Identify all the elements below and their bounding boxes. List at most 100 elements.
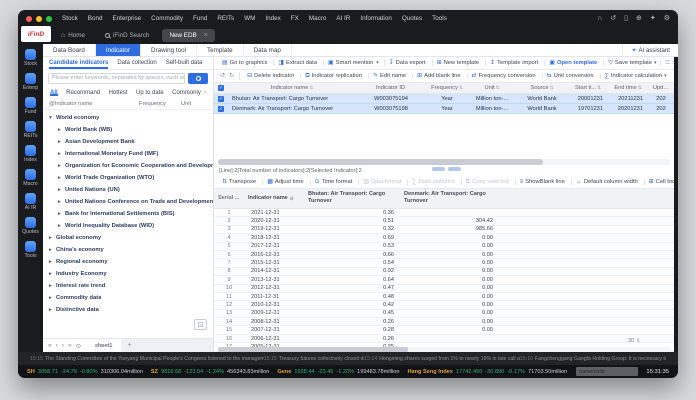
- window-minimize-button[interactable]: [36, 15, 42, 22]
- module-tab[interactable]: Drawing tool: [141, 44, 198, 56]
- filter-tab[interactable]: All: [50, 90, 58, 96]
- toolbar-button[interactable]: ↔ Default column width: [572, 179, 645, 185]
- series-column-header[interactable]: Bhutan: Air Transport: Cargo Turnover: [304, 189, 400, 208]
- filter-tab[interactable]: Commonly: [172, 90, 201, 96]
- toolbar-button[interactable]: ⧉ Indicator replication: [301, 73, 369, 79]
- tree-item[interactable]: ▸ United Nations (UN): [43, 184, 213, 196]
- prev-page-icon[interactable]: ‹: [56, 342, 58, 349]
- sidebar-item[interactable]: Index: [24, 145, 37, 163]
- toolbar-button[interactable]: ≡ ShowBlank line: [516, 179, 572, 185]
- indicator-name-column-header[interactable]: Indicator name ⊙: [244, 189, 304, 208]
- sidebar-item[interactable]: Enterp: [23, 73, 38, 91]
- tree-item[interactable]: ▸ Global economy: [43, 232, 213, 244]
- toolbar-button[interactable]: ▣ Open template: [545, 60, 605, 66]
- next-page-icon[interactable]: ›: [62, 342, 64, 349]
- data-row[interactable]: 13 2009-12-31 0.45 0.00: [214, 310, 674, 319]
- horizontal-scrollbar[interactable]: [218, 159, 670, 165]
- sidebar-item[interactable]: Macro: [23, 169, 38, 187]
- data-row[interactable]: 16 2006-12-31 0.26: [214, 334, 674, 344]
- filter-tab[interactable]: Recommand: [66, 90, 100, 96]
- data-row[interactable]: 11 2011-12-31 0.48 0.00: [214, 293, 674, 302]
- news-item[interactable]: 15:14 Hongming shares surged from 1% to …: [364, 356, 520, 362]
- more-tabs-arrow-icon[interactable]: ›: [204, 89, 206, 96]
- add-sheet-button[interactable]: +: [121, 339, 137, 352]
- tree-expand-icon[interactable]: ▸: [49, 271, 56, 277]
- sidebar-item[interactable]: REITs: [24, 121, 37, 139]
- sheet-tab[interactable]: sheet1: [86, 339, 122, 352]
- module-tab[interactable]: Data Board: [43, 44, 96, 56]
- tree-expand-icon[interactable]: ▸: [58, 223, 65, 229]
- sidebar-item[interactable]: Quotes: [22, 217, 39, 235]
- tree-item[interactable]: ▸ Asian Development Bank: [43, 136, 213, 148]
- data-row[interactable]: 7 2015-12-31 0.54 0.00: [214, 259, 674, 268]
- menu-item[interactable]: Bond: [88, 15, 103, 22]
- keyword-search-input[interactable]: Please enter keywords, separated by spac…: [48, 72, 185, 84]
- window-close-button[interactable]: [26, 15, 32, 22]
- filter-tab[interactable]: Hottest: [109, 90, 128, 96]
- menu-item[interactable]: Fund: [193, 15, 207, 22]
- sort-icon[interactable]: ⇅: [638, 85, 642, 91]
- data-row[interactable]: 6 2016-12-31 0.66 0.00: [214, 250, 674, 260]
- search-button[interactable]: [188, 72, 208, 84]
- column-header[interactable]: Start ti... ⇅: [568, 85, 608, 91]
- toolbar-button[interactable]: ▣ Smart mention ✦: [324, 60, 385, 66]
- toolbar-button[interactable]: ◨ Extract data: [274, 60, 324, 66]
- collapse-panel-button[interactable]: ⊡: [194, 319, 207, 330]
- browser-tab[interactable]: Data collection: [117, 57, 156, 69]
- toolbar-button[interactable]: ⧉ Share template: [661, 60, 674, 66]
- menu-item[interactable]: Macro: [309, 15, 327, 22]
- tree-item[interactable]: ▸ Organization for Economic Cooperation …: [43, 160, 213, 172]
- index-quote[interactable]: SH 3058.71 -24.79 -0.80% 310306.04millio…: [27, 369, 143, 375]
- tree-expand-icon[interactable]: ▸: [49, 295, 56, 301]
- mobile-icon[interactable]: ▯: [624, 15, 628, 22]
- undo-icon[interactable]: ↺: [218, 73, 227, 79]
- toolbar-button[interactable]: ▥ Data format: [359, 179, 409, 185]
- news-item[interactable]: 15:10 Fangchenggang Gangfa Holding Group…: [520, 356, 666, 362]
- toolbar-button[interactable]: ⇅ Transpose: [218, 179, 264, 185]
- feedback-icon[interactable]: ✦: [650, 15, 656, 22]
- menu-item[interactable]: Information: [360, 15, 392, 22]
- indicator-row[interactable]: ✓ Bhutan: Air Transport: Cargo Turnover …: [214, 94, 674, 104]
- toolbar-button[interactable]: ▦ Adjust time: [263, 179, 311, 185]
- data-row[interactable]: 2 2020-12-31 0.51 304.42: [214, 217, 674, 226]
- toolbar-button[interactable]: ⇆ Unit conversion: [543, 73, 601, 79]
- sidebar-item[interactable]: AI IR: [25, 193, 36, 211]
- last-page-icon[interactable]: »: [68, 342, 72, 349]
- column-header[interactable]: Unit ⇅: [468, 85, 516, 91]
- quote-search-input[interactable]: name/code: [576, 367, 639, 376]
- news-item[interactable]: 15:15 Treasury futures collectively clos…: [264, 356, 365, 362]
- toolbar-button[interactable]: ⊟ Delete indicator: [243, 73, 302, 79]
- column-header[interactable]: End time ⇅: [608, 85, 648, 91]
- sidebar-item[interactable]: Stock: [24, 49, 37, 67]
- data-row[interactable]: 5 2017-12-31 0.53 0.00: [214, 243, 674, 251]
- menu-item[interactable]: Stock: [62, 15, 78, 22]
- tree-expand-icon[interactable]: ▸: [58, 211, 65, 217]
- tree-item[interactable]: ▸ World Bank (WB): [43, 124, 213, 136]
- toolbar-button[interactable]: ⊞ Add blank line: [413, 73, 468, 79]
- toolbar-button[interactable]: ↥ Template import: [486, 60, 546, 66]
- column-header[interactable]: Indicator ID: [356, 85, 426, 91]
- tree-expand-icon[interactable]: ▸: [49, 247, 56, 253]
- menu-item[interactable]: Quotes: [402, 15, 422, 22]
- headset-icon[interactable]: ∩: [597, 15, 602, 22]
- menu-item[interactable]: Tools: [432, 15, 447, 22]
- tree-item[interactable]: ▸ Regional economy: [43, 256, 213, 268]
- menu-item[interactable]: REITs: [217, 15, 234, 22]
- sheet-history-icon[interactable]: ⊙: [76, 342, 81, 350]
- scrollbar-thumb[interactable]: [218, 159, 544, 165]
- tree-expand-icon[interactable]: ▸: [49, 235, 56, 241]
- sort-icon[interactable]: ⇅: [459, 85, 463, 91]
- toolbar-button[interactable]: ⇄ Frequency conversion: [468, 73, 543, 79]
- column-header[interactable]: Source ⇅: [516, 85, 568, 91]
- tree-expand-icon[interactable]: ▸: [49, 307, 56, 313]
- data-row[interactable]: 10 2012-12-31 0.47 0.00: [214, 284, 674, 293]
- toolbar-button[interactable]: ⊞ New template: [433, 60, 487, 66]
- menu-item[interactable]: AI IR: [336, 15, 350, 22]
- tree-item[interactable]: ▸ United Nations Conference on Trade and…: [43, 196, 213, 208]
- tree-item[interactable]: ▸ China's economy: [43, 244, 213, 256]
- toolbar-button[interactable]: ▤ Go to graphics: [218, 60, 275, 66]
- tree-expand-icon[interactable]: ▸: [58, 187, 65, 193]
- column-header[interactable]: Frequency ⇅: [426, 85, 468, 91]
- serial-column-header[interactable]: Serial ...: [214, 189, 244, 208]
- close-tab-icon[interactable]: ×: [204, 32, 208, 39]
